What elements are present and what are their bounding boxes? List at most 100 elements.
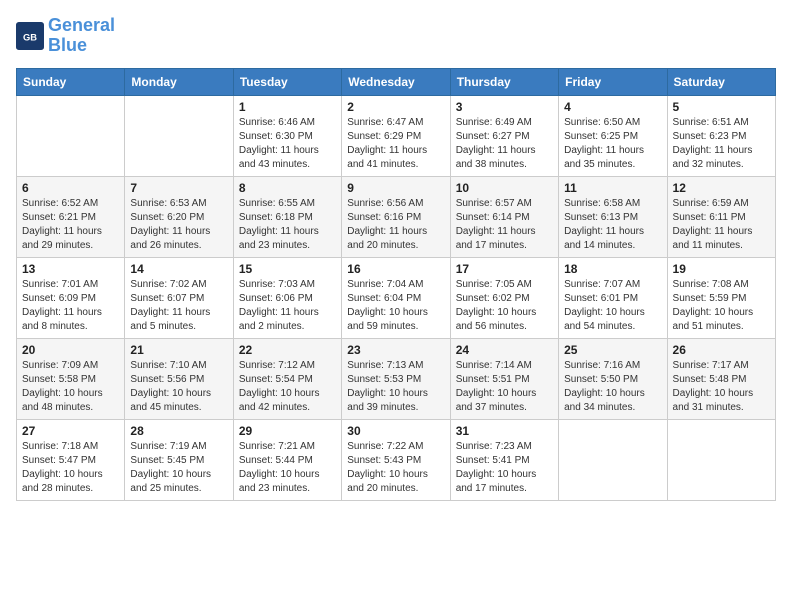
day-info: Sunrise: 6:50 AM Sunset: 6:25 PM Dayligh… [564, 116, 661, 172]
calendar-cell: 2 Sunrise: 6:47 AM Sunset: 6:29 PM Dayli… [342, 95, 450, 176]
weekday-header-sunday: Sunday [17, 68, 125, 95]
calendar-cell: 25 Sunrise: 7:16 AM Sunset: 5:50 PM Dayl… [559, 338, 667, 419]
day-info: Sunrise: 7:10 AM Sunset: 5:56 PM Dayligh… [130, 359, 227, 415]
calendar-cell [667, 419, 775, 500]
calendar-cell: 11 Sunrise: 6:58 AM Sunset: 6:13 PM Dayl… [559, 176, 667, 257]
day-number: 27 [22, 424, 119, 438]
calendar-cell: 21 Sunrise: 7:10 AM Sunset: 5:56 PM Dayl… [125, 338, 233, 419]
calendar-week-4: 20 Sunrise: 7:09 AM Sunset: 5:58 PM Dayl… [17, 338, 776, 419]
day-number: 20 [22, 343, 119, 357]
weekday-row: SundayMondayTuesdayWednesdayThursdayFrid… [17, 68, 776, 95]
weekday-header-monday: Monday [125, 68, 233, 95]
day-number: 7 [130, 181, 227, 195]
calendar-week-1: 1 Sunrise: 6:46 AM Sunset: 6:30 PM Dayli… [17, 95, 776, 176]
calendar-cell: 23 Sunrise: 7:13 AM Sunset: 5:53 PM Dayl… [342, 338, 450, 419]
day-info: Sunrise: 6:52 AM Sunset: 6:21 PM Dayligh… [22, 197, 119, 253]
day-info: Sunrise: 6:55 AM Sunset: 6:18 PM Dayligh… [239, 197, 336, 253]
day-number: 29 [239, 424, 336, 438]
calendar-cell: 10 Sunrise: 6:57 AM Sunset: 6:14 PM Dayl… [450, 176, 558, 257]
calendar-body: 1 Sunrise: 6:46 AM Sunset: 6:30 PM Dayli… [17, 95, 776, 500]
calendar-cell: 26 Sunrise: 7:17 AM Sunset: 5:48 PM Dayl… [667, 338, 775, 419]
calendar-cell: 31 Sunrise: 7:23 AM Sunset: 5:41 PM Dayl… [450, 419, 558, 500]
day-info: Sunrise: 6:47 AM Sunset: 6:29 PM Dayligh… [347, 116, 444, 172]
weekday-header-saturday: Saturday [667, 68, 775, 95]
day-info: Sunrise: 7:19 AM Sunset: 5:45 PM Dayligh… [130, 440, 227, 496]
calendar-cell [17, 95, 125, 176]
day-number: 13 [22, 262, 119, 276]
day-info: Sunrise: 6:51 AM Sunset: 6:23 PM Dayligh… [673, 116, 770, 172]
calendar-cell: 13 Sunrise: 7:01 AM Sunset: 6:09 PM Dayl… [17, 257, 125, 338]
day-number: 31 [456, 424, 553, 438]
calendar-week-5: 27 Sunrise: 7:18 AM Sunset: 5:47 PM Dayl… [17, 419, 776, 500]
calendar-cell: 9 Sunrise: 6:56 AM Sunset: 6:16 PM Dayli… [342, 176, 450, 257]
day-info: Sunrise: 6:46 AM Sunset: 6:30 PM Dayligh… [239, 116, 336, 172]
day-number: 24 [456, 343, 553, 357]
day-info: Sunrise: 6:57 AM Sunset: 6:14 PM Dayligh… [456, 197, 553, 253]
day-info: Sunrise: 6:58 AM Sunset: 6:13 PM Dayligh… [564, 197, 661, 253]
day-info: Sunrise: 7:14 AM Sunset: 5:51 PM Dayligh… [456, 359, 553, 415]
day-number: 30 [347, 424, 444, 438]
day-info: Sunrise: 7:07 AM Sunset: 6:01 PM Dayligh… [564, 278, 661, 334]
day-info: Sunrise: 6:56 AM Sunset: 6:16 PM Dayligh… [347, 197, 444, 253]
day-number: 26 [673, 343, 770, 357]
calendar-cell: 22 Sunrise: 7:12 AM Sunset: 5:54 PM Dayl… [233, 338, 341, 419]
day-number: 9 [347, 181, 444, 195]
day-info: Sunrise: 7:08 AM Sunset: 5:59 PM Dayligh… [673, 278, 770, 334]
day-info: Sunrise: 6:53 AM Sunset: 6:20 PM Dayligh… [130, 197, 227, 253]
calendar-cell: 18 Sunrise: 7:07 AM Sunset: 6:01 PM Dayl… [559, 257, 667, 338]
weekday-header-thursday: Thursday [450, 68, 558, 95]
weekday-header-friday: Friday [559, 68, 667, 95]
day-number: 18 [564, 262, 661, 276]
day-number: 10 [456, 181, 553, 195]
svg-text:GB: GB [23, 32, 37, 42]
day-info: Sunrise: 7:17 AM Sunset: 5:48 PM Dayligh… [673, 359, 770, 415]
calendar-cell: 12 Sunrise: 6:59 AM Sunset: 6:11 PM Dayl… [667, 176, 775, 257]
calendar-table: SundayMondayTuesdayWednesdayThursdayFrid… [16, 68, 776, 501]
calendar-cell: 8 Sunrise: 6:55 AM Sunset: 6:18 PM Dayli… [233, 176, 341, 257]
calendar-cell: 5 Sunrise: 6:51 AM Sunset: 6:23 PM Dayli… [667, 95, 775, 176]
day-number: 16 [347, 262, 444, 276]
calendar-cell: 3 Sunrise: 6:49 AM Sunset: 6:27 PM Dayli… [450, 95, 558, 176]
day-number: 17 [456, 262, 553, 276]
day-number: 15 [239, 262, 336, 276]
day-info: Sunrise: 7:04 AM Sunset: 6:04 PM Dayligh… [347, 278, 444, 334]
day-info: Sunrise: 7:18 AM Sunset: 5:47 PM Dayligh… [22, 440, 119, 496]
weekday-header-tuesday: Tuesday [233, 68, 341, 95]
day-info: Sunrise: 6:49 AM Sunset: 6:27 PM Dayligh… [456, 116, 553, 172]
calendar-cell: 29 Sunrise: 7:21 AM Sunset: 5:44 PM Dayl… [233, 419, 341, 500]
day-info: Sunrise: 7:03 AM Sunset: 6:06 PM Dayligh… [239, 278, 336, 334]
day-number: 22 [239, 343, 336, 357]
logo-text: General Blue [48, 16, 115, 56]
calendar-cell: 16 Sunrise: 7:04 AM Sunset: 6:04 PM Dayl… [342, 257, 450, 338]
day-number: 11 [564, 181, 661, 195]
day-number: 5 [673, 100, 770, 114]
calendar-cell: 6 Sunrise: 6:52 AM Sunset: 6:21 PM Dayli… [17, 176, 125, 257]
day-number: 28 [130, 424, 227, 438]
day-number: 8 [239, 181, 336, 195]
calendar-cell [125, 95, 233, 176]
day-info: Sunrise: 7:01 AM Sunset: 6:09 PM Dayligh… [22, 278, 119, 334]
day-number: 25 [564, 343, 661, 357]
calendar-cell: 15 Sunrise: 7:03 AM Sunset: 6:06 PM Dayl… [233, 257, 341, 338]
calendar-cell: 30 Sunrise: 7:22 AM Sunset: 5:43 PM Dayl… [342, 419, 450, 500]
calendar-cell: 27 Sunrise: 7:18 AM Sunset: 5:47 PM Dayl… [17, 419, 125, 500]
day-info: Sunrise: 7:05 AM Sunset: 6:02 PM Dayligh… [456, 278, 553, 334]
day-number: 3 [456, 100, 553, 114]
calendar-header: SundayMondayTuesdayWednesdayThursdayFrid… [17, 68, 776, 95]
day-number: 21 [130, 343, 227, 357]
day-number: 1 [239, 100, 336, 114]
page-header: GB General Blue [16, 16, 776, 56]
calendar-cell [559, 419, 667, 500]
calendar-cell: 28 Sunrise: 7:19 AM Sunset: 5:45 PM Dayl… [125, 419, 233, 500]
day-info: Sunrise: 7:13 AM Sunset: 5:53 PM Dayligh… [347, 359, 444, 415]
calendar-cell: 17 Sunrise: 7:05 AM Sunset: 6:02 PM Dayl… [450, 257, 558, 338]
day-number: 19 [673, 262, 770, 276]
calendar-cell: 14 Sunrise: 7:02 AM Sunset: 6:07 PM Dayl… [125, 257, 233, 338]
day-info: Sunrise: 7:16 AM Sunset: 5:50 PM Dayligh… [564, 359, 661, 415]
day-number: 14 [130, 262, 227, 276]
day-number: 6 [22, 181, 119, 195]
logo: GB General Blue [16, 16, 115, 56]
day-number: 12 [673, 181, 770, 195]
calendar-cell: 4 Sunrise: 6:50 AM Sunset: 6:25 PM Dayli… [559, 95, 667, 176]
day-info: Sunrise: 7:22 AM Sunset: 5:43 PM Dayligh… [347, 440, 444, 496]
